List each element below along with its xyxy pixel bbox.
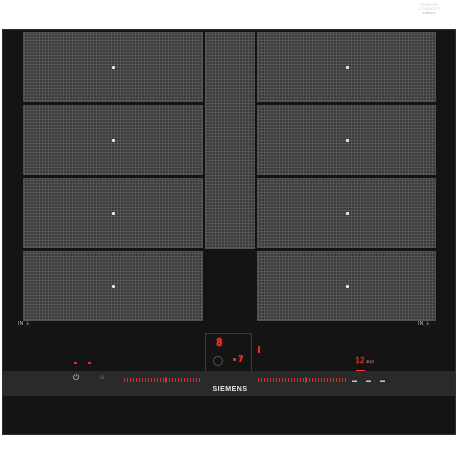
cooking-zone-right-1[interactable] (257, 32, 436, 102)
cooking-zone-left-1[interactable] (23, 32, 203, 102)
display-panel (205, 333, 252, 373)
right-power-slider[interactable] (258, 378, 346, 382)
timer-value: 12 (355, 356, 365, 365)
zone-center-mark (112, 285, 115, 288)
slider-marker (305, 377, 306, 383)
timer-ring-icon[interactable] (213, 356, 223, 366)
zone-center-mark (345, 139, 349, 142)
feature-badge: SENZOR CONNECT AIRPRO (417, 3, 441, 16)
zone-center-mark (112, 139, 115, 142)
cooking-zone-left-3[interactable] (23, 178, 203, 248)
slider-marker (165, 377, 166, 383)
level-bar-icon (258, 346, 260, 353)
indicator-dash-icon: ▬ (352, 378, 357, 384)
zone-center-mark (345, 212, 349, 215)
secondary-level-display: 7 (238, 355, 244, 365)
arrow-left-icon[interactable] (74, 362, 77, 364)
brand-logo: SIEMENS (212, 386, 248, 393)
left-power-slider[interactable] (124, 378, 200, 382)
timer-display: 12 min (355, 357, 374, 366)
cooking-zone-center[interactable] (205, 32, 255, 249)
cooking-zone-left-2[interactable] (23, 105, 203, 175)
arrow-right-icon[interactable] (88, 362, 91, 364)
zone-center-mark (112, 66, 115, 69)
zone-center-mark (345, 285, 349, 288)
right-zone-indicator: IN ⏚ (418, 321, 431, 327)
indicator-dash-icon: ▬ (366, 378, 371, 384)
cooking-zone-right-3[interactable] (257, 178, 436, 248)
indicator-dot-icon (233, 358, 236, 361)
cooking-zone-right-4[interactable] (257, 251, 436, 321)
lock-icon[interactable]: ⌂ (100, 374, 104, 382)
left-zone-indicator: IN ⏚ (18, 321, 31, 327)
power-icon[interactable]: ⏻ (73, 374, 79, 382)
timer-unit: min (366, 359, 374, 364)
cooking-zone-right-2[interactable] (257, 105, 436, 175)
indicator-dash-icon: ▬ (380, 378, 385, 384)
zone-center-mark (112, 212, 115, 215)
badge-sub: AIRPRO (422, 11, 436, 15)
zone-center-mark (345, 66, 349, 69)
power-level-display: 8 (216, 336, 223, 349)
cooking-zone-left-4[interactable] (23, 251, 203, 321)
